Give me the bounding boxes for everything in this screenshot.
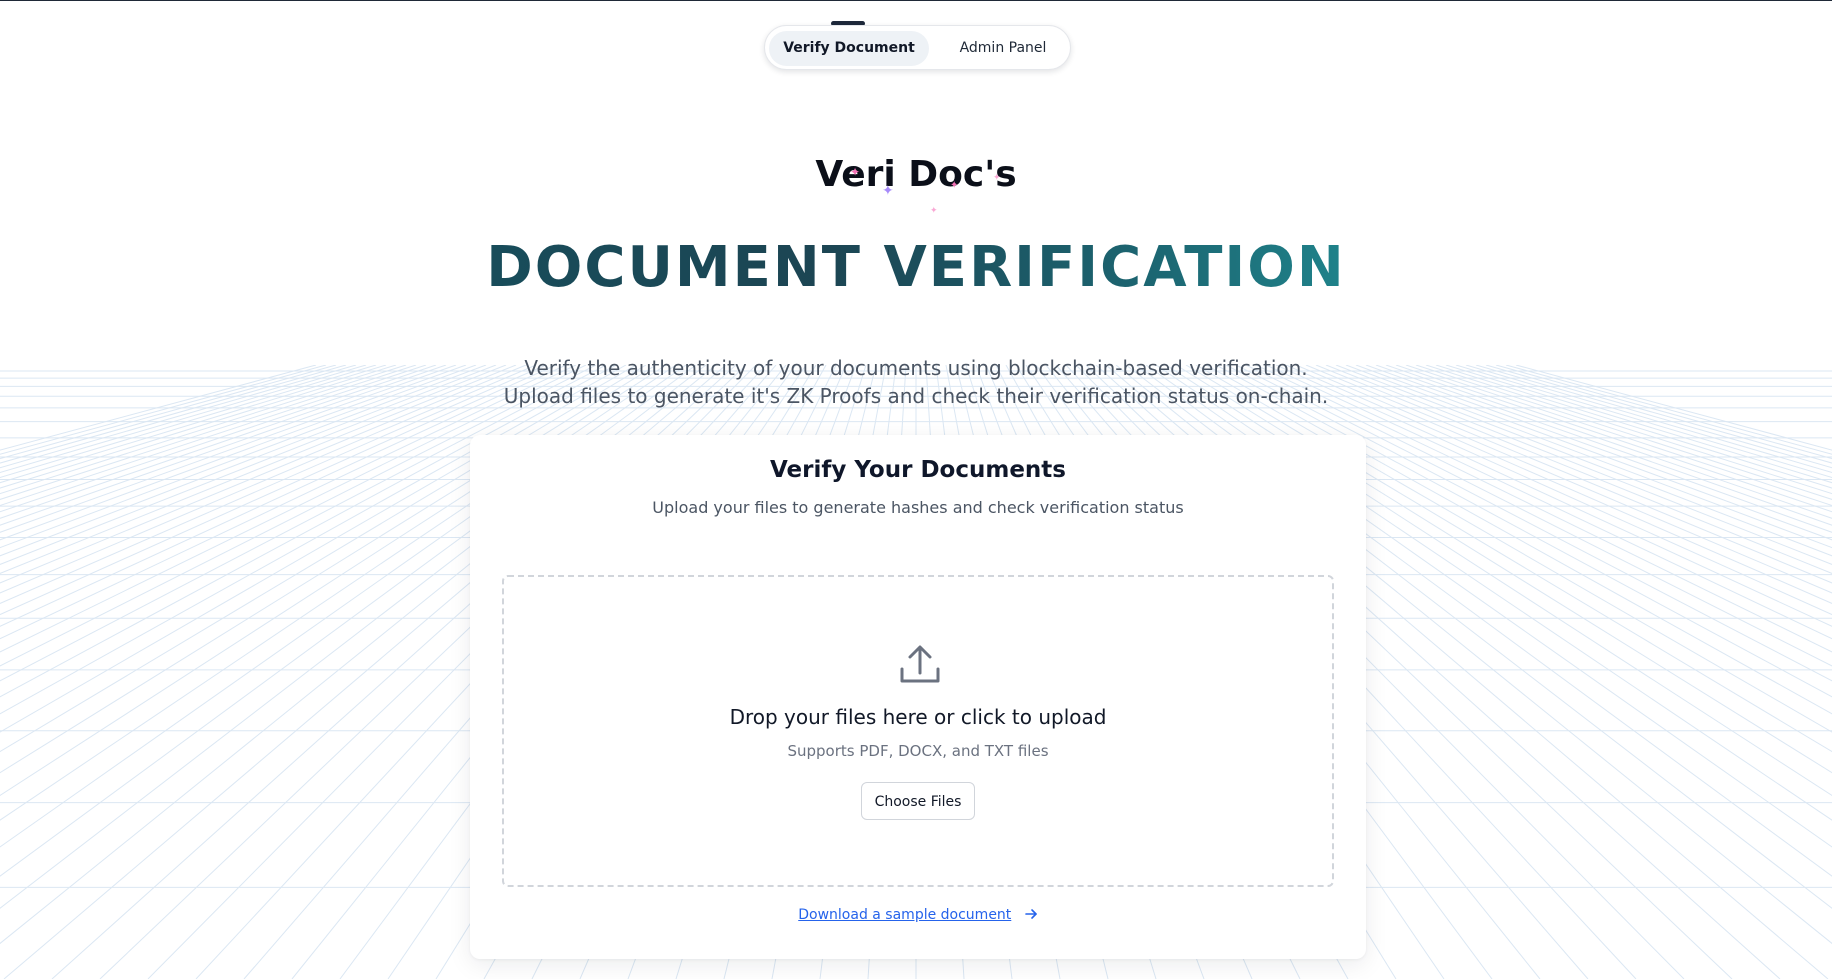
tab-admin-panel[interactable]: Admin Panel <box>943 31 1063 66</box>
brand-title: Veri Doc's <box>815 154 1017 195</box>
file-dropzone[interactable]: Drop your files here or click to upload … <box>502 575 1334 887</box>
tab-verify-document[interactable]: Verify Document <box>769 31 929 66</box>
top-rule <box>0 0 1832 1</box>
download-sample-link[interactable]: Download a sample document <box>798 907 1011 923</box>
choose-files-button[interactable]: Choose Files <box>861 782 975 820</box>
card-subtitle: Upload your files to generate hashes and… <box>652 498 1184 517</box>
sparkle-icon: ✦ <box>950 180 959 191</box>
headline: DOCUMENT VERIFICATION <box>0 235 1832 300</box>
card-title: Verify Your Documents <box>770 457 1066 483</box>
sparkle-icon: ✦ <box>882 183 894 199</box>
intro-text: Verify the authenticity of your document… <box>0 354 1832 410</box>
sparkle-icon: ✦ <box>993 173 1001 183</box>
dropzone-title: Drop your files here or click to upload <box>729 705 1107 729</box>
arrow-right-icon[interactable] <box>1024 907 1038 921</box>
dropzone-subtitle: Supports PDF, DOCX, and TXT files <box>787 742 1049 760</box>
sparkle-icon: ✦ <box>850 165 861 179</box>
page: Verify Document Admin Panel Veri Doc's ✦… <box>0 0 1832 979</box>
sparkle-icon: ✦ <box>930 206 938 216</box>
verify-card: Verify Your Documents Upload your files … <box>470 435 1366 959</box>
intro-line-1: Verify the authenticity of your document… <box>524 356 1308 380</box>
intro-line-2: Upload files to generate it's ZK Proofs … <box>503 384 1329 408</box>
upload-icon <box>900 645 940 683</box>
sample-link-row: Download a sample document <box>470 907 1366 923</box>
main-nav: Verify Document Admin Panel <box>764 25 1071 70</box>
